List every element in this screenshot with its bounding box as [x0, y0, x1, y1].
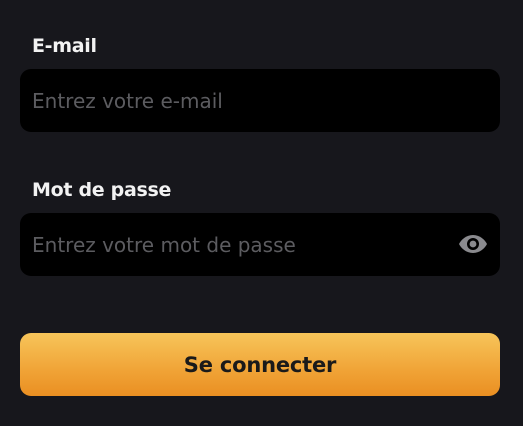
email-label: E-mail [32, 35, 97, 57]
password-input[interactable] [32, 213, 452, 276]
email-field-container[interactable] [20, 69, 500, 132]
email-input[interactable] [32, 69, 452, 132]
eye-icon[interactable] [458, 231, 488, 257]
password-field-container[interactable] [20, 213, 500, 276]
password-label: Mot de passe [32, 179, 172, 201]
login-button[interactable]: Se connecter [20, 333, 500, 396]
